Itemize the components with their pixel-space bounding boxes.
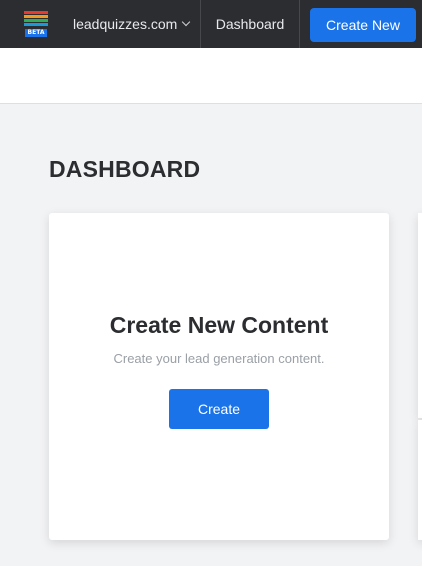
card-subtitle: Create your lead generation content.: [113, 351, 325, 366]
nav-dashboard-link[interactable]: Dashboard: [201, 0, 299, 48]
sub-header-bar: [0, 48, 422, 104]
app-logo[interactable]: BETA: [22, 10, 50, 38]
next-card-partial-lower: [418, 420, 422, 540]
logo-bar-orange: [24, 15, 48, 18]
logo-bar-red: [24, 11, 48, 14]
top-navigation-bar: BETA leadquizzes.com Dashboard Create Ne…: [0, 0, 422, 48]
logo-bar-green: [24, 19, 48, 22]
card-title: Create New Content: [109, 312, 329, 338]
chevron-down-icon: [182, 17, 191, 27]
create-content-card: Create New Content Create your lead gene…: [49, 213, 389, 540]
site-switcher[interactable]: leadquizzes.com: [62, 0, 200, 48]
page-title: DASHBOARD: [49, 156, 201, 182]
next-card-partial: [418, 213, 422, 418]
nav-divider: [299, 0, 300, 48]
beta-badge: BETA: [25, 29, 47, 37]
logo-bar-blue: [24, 23, 48, 26]
create-new-button[interactable]: Create New: [310, 8, 416, 42]
site-name: leadquizzes.com: [73, 16, 178, 32]
create-button[interactable]: Create: [169, 389, 269, 429]
